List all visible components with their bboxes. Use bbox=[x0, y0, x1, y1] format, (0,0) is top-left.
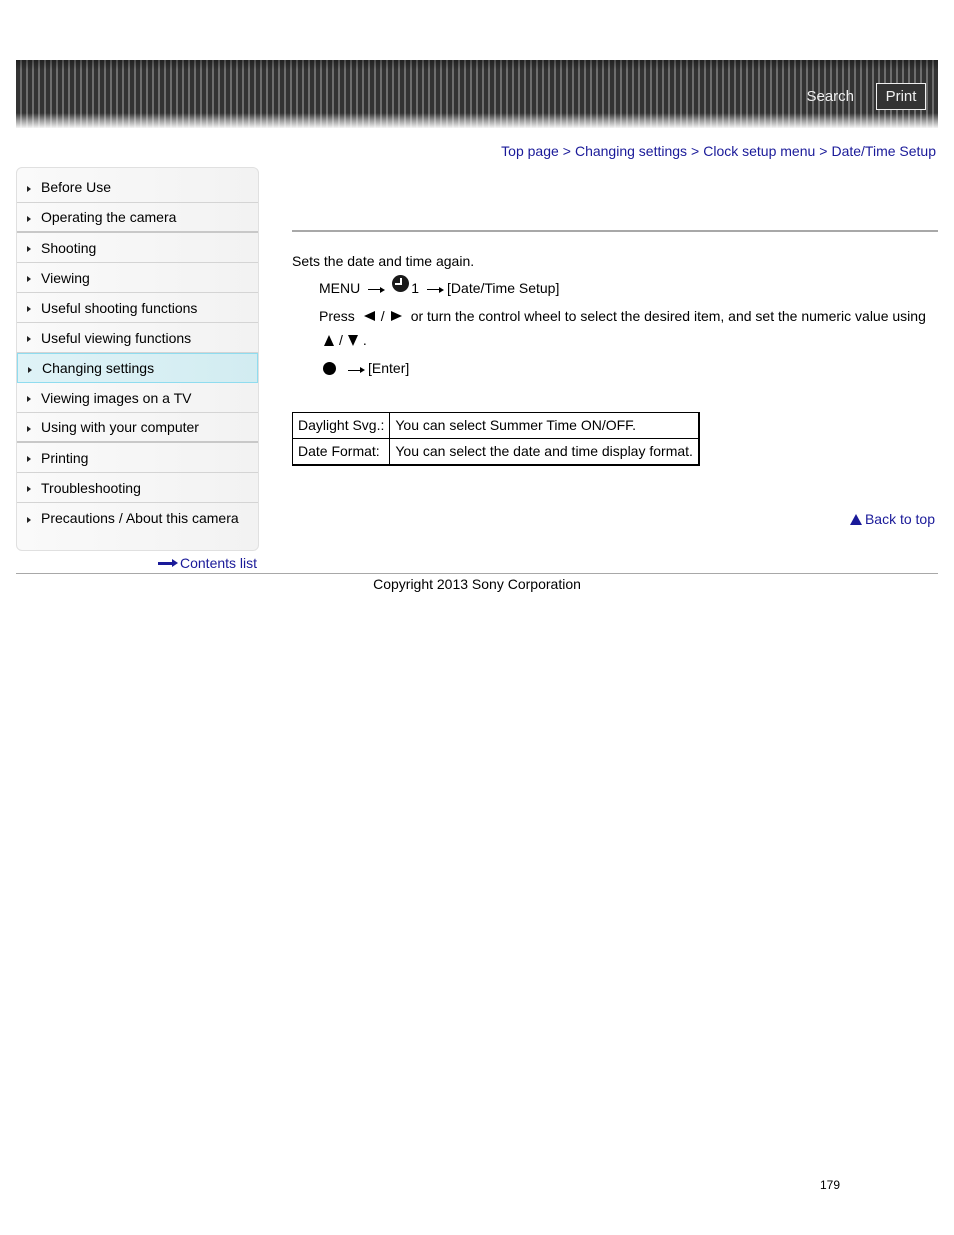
sidebar-item-label: Viewing bbox=[41, 269, 90, 286]
slash: / bbox=[339, 332, 343, 348]
up-triangle-icon bbox=[324, 334, 334, 346]
arrow-right-icon bbox=[427, 286, 445, 293]
step-menu-path: MENU 1 [Date/Time Setup] bbox=[319, 275, 560, 296]
sidebar-item-operating-the-camera[interactable]: Operating the camera bbox=[17, 203, 258, 233]
caret-right-icon bbox=[27, 185, 31, 192]
caret-right-icon bbox=[27, 396, 31, 402]
caret-right-icon bbox=[27, 215, 31, 222]
center-button-icon bbox=[323, 361, 336, 375]
sidebar-item-label: Before Use bbox=[41, 179, 112, 195]
breadcrumb: Top page > Changing settings > Clock setup m… bbox=[501, 143, 936, 159]
caret-right-icon bbox=[28, 366, 32, 373]
sidebar-item-label: Troubleshooting bbox=[41, 479, 141, 496]
sidebar-nav: Before Use Operating the camera Shooting… bbox=[16, 167, 259, 551]
sidebar-item-shooting[interactable]: Shooting bbox=[17, 233, 258, 263]
press-label: Press bbox=[319, 308, 355, 324]
copyright-text: Copyright 2013 Sony Corporation bbox=[373, 576, 581, 592]
title-divider bbox=[292, 230, 938, 232]
arrow-right-icon bbox=[368, 286, 386, 293]
intro-text: Sets the date and time again. bbox=[292, 253, 475, 269]
sidebar-item-useful-shooting-functions[interactable]: Useful shooting functions bbox=[17, 293, 258, 323]
sidebar-item-label: Shooting bbox=[41, 239, 97, 256]
caret-right-icon bbox=[27, 276, 31, 282]
caret-right-icon bbox=[27, 306, 31, 312]
sidebar-item-before-use[interactable]: Before Use bbox=[17, 168, 258, 203]
sidebar-item-using-with-your-computer[interactable]: Using with your computer bbox=[17, 413, 258, 443]
table-row: Date Format: You can select the date and… bbox=[291, 438, 700, 466]
sidebar-item-label: Using with your computer bbox=[41, 419, 199, 435]
sidebar-item-label: Viewing images on a TV bbox=[41, 389, 192, 406]
breadcrumb-top-page[interactable]: Top page bbox=[501, 143, 559, 159]
sidebar-item-changing-settings[interactable]: Changing settings bbox=[17, 353, 258, 383]
breadcrumb-date-time-setup[interactable]: Date/Time Setup bbox=[831, 143, 936, 159]
sidebar-item-useful-viewing-functions[interactable]: Useful viewing functions bbox=[17, 323, 258, 353]
setting-description: You can select Summer Time ON/OFF. bbox=[389, 412, 700, 439]
sidebar-item-label: Precautions / About this camera bbox=[41, 510, 239, 526]
left-triangle-icon bbox=[363, 311, 375, 321]
caret-right-icon bbox=[27, 456, 31, 462]
clock-icon bbox=[392, 275, 410, 292]
search-link[interactable]: Search bbox=[806, 88, 854, 105]
print-button[interactable]: Print bbox=[876, 83, 926, 110]
settings-table: Daylight Svg.: You can select Summer Tim… bbox=[291, 412, 700, 466]
setting-label: Daylight Svg.: bbox=[291, 412, 391, 439]
tab-number: 1 bbox=[411, 279, 420, 296]
breadcrumb-separator: > bbox=[691, 143, 700, 159]
sidebar-item-viewing[interactable]: Viewing bbox=[17, 263, 258, 293]
right-triangle-icon bbox=[390, 311, 402, 321]
page-number: 179 bbox=[820, 1178, 841, 1192]
setting-label: Date Format: bbox=[291, 438, 391, 466]
caret-right-icon bbox=[27, 246, 31, 252]
footer-divider bbox=[16, 573, 938, 574]
sidebar-item-precautions[interactable]: Precautions / About this camera bbox=[17, 503, 258, 533]
sidebar-item-troubleshooting[interactable]: Troubleshooting bbox=[17, 473, 258, 503]
breadcrumb-changing-settings[interactable]: Changing settings bbox=[575, 143, 687, 159]
menu-label: MENU bbox=[319, 279, 361, 296]
enter-target: [Enter] bbox=[368, 360, 410, 376]
back-to-top-link[interactable]: Back to top bbox=[849, 511, 935, 527]
up-arrow-icon bbox=[849, 513, 862, 525]
caret-right-icon bbox=[27, 336, 31, 342]
sidebar-item-label: Useful viewing functions bbox=[41, 329, 192, 346]
caret-right-icon bbox=[27, 516, 31, 523]
step2-text: or turn the control wheel to select the … bbox=[410, 308, 926, 324]
contents-list-label: Contents list bbox=[180, 555, 258, 571]
step-enter: [Enter] bbox=[319, 360, 409, 376]
caret-right-icon bbox=[27, 425, 31, 432]
sidebar-item-label: Operating the camera bbox=[41, 209, 177, 225]
sidebar-item-label: Useful shooting functions bbox=[41, 299, 198, 316]
menu-target: [Date/Time Setup] bbox=[447, 279, 560, 296]
period: . bbox=[362, 332, 367, 348]
table-row: Daylight Svg.: You can select Summer Tim… bbox=[291, 412, 700, 439]
sidebar-item-printing[interactable]: Printing bbox=[17, 443, 258, 473]
caret-right-icon bbox=[27, 486, 31, 492]
sidebar-item-viewing-images-on-a-tv[interactable]: Viewing images on a TV bbox=[17, 383, 258, 413]
step-select-item-continued: / . bbox=[319, 332, 367, 348]
slash: / bbox=[380, 308, 385, 324]
breadcrumb-separator: > bbox=[562, 143, 571, 159]
breadcrumb-clock-setup-menu[interactable]: Clock setup menu bbox=[703, 143, 815, 159]
back-to-top-label: Back to top bbox=[864, 511, 935, 527]
breadcrumb-separator: > bbox=[819, 143, 828, 159]
setting-description: You can select the date and time display… bbox=[389, 438, 700, 466]
arrow-right-icon bbox=[348, 367, 365, 373]
step-select-item: Press / or turn the control wheel to sel… bbox=[319, 308, 926, 324]
arrow-right-icon bbox=[158, 558, 178, 567]
contents-list-link[interactable]: Contents list bbox=[158, 555, 257, 571]
sidebar-item-label: Printing bbox=[41, 449, 89, 466]
down-triangle-icon bbox=[347, 334, 358, 346]
sidebar-item-label: Changing settings bbox=[42, 360, 155, 376]
header-bar: Search Print bbox=[16, 60, 938, 128]
